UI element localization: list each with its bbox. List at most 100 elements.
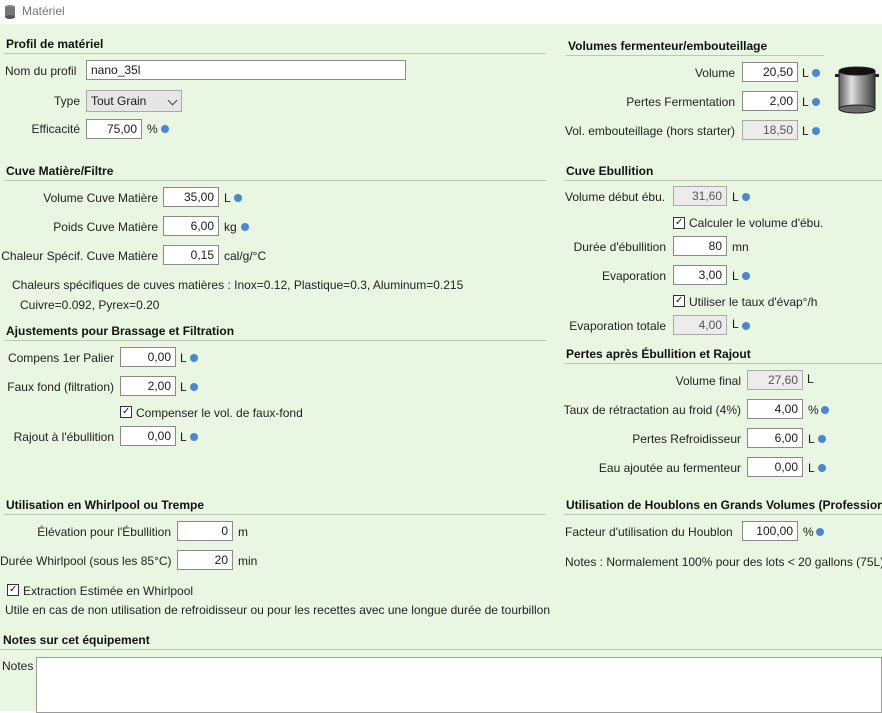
whirlpool-estimated-checkbox[interactable] (7, 584, 19, 596)
evaporation-total-label: Evaporation totale (569, 319, 666, 333)
chevron-down-icon (167, 95, 178, 106)
info-dot-icon[interactable] (161, 125, 169, 133)
evaporation-total-field: 4,00 (673, 315, 727, 335)
info-dot-icon[interactable] (816, 528, 824, 536)
info-dot-icon[interactable] (812, 69, 820, 77)
first-step-unit: L (180, 351, 187, 365)
evaporation-input[interactable]: 3,00 (673, 265, 727, 285)
mash-volume-unit: L (224, 191, 231, 205)
shrink-unit: % (808, 403, 819, 417)
hop-factor-label: Facteur d'utilisation du Houblon (565, 525, 733, 539)
mash-volume-label: Volume Cuve Matière (43, 191, 158, 205)
evap-rate-checkbox[interactable] (673, 295, 685, 307)
whirlpool-duration-input[interactable]: 20 (177, 550, 233, 570)
profile-name-label: Nom du profil (5, 64, 77, 78)
whirlpool-duration-unit: min (238, 554, 258, 568)
boil-start-unit: L (732, 190, 739, 204)
bottling-volume-field: 18,50 (742, 120, 798, 140)
info-dot-icon[interactable] (818, 435, 826, 443)
fermentation-losses-input[interactable]: 2,00 (742, 91, 798, 111)
elevation-label: Élévation pour l'Ébullition (37, 525, 171, 539)
section-losses-header: Pertes après Ébullition et Rajout (564, 347, 882, 364)
info-dot-icon[interactable] (742, 193, 750, 201)
efficiency-input[interactable]: 75,00 (86, 119, 142, 139)
section-whirlpool-header: Utilisation en Whirlpool ou Trempe (4, 498, 546, 515)
section-hops-header: Utilisation de Houblons en Grands Volume… (564, 498, 882, 515)
info-dot-icon[interactable] (818, 464, 826, 472)
false-bottom-input[interactable]: 2,00 (120, 376, 176, 396)
type-select[interactable]: Tout Grain (86, 90, 182, 112)
fermenter-volume-input[interactable]: 20,50 (742, 62, 798, 82)
shrink-label: Taux de rétractation au froid (4%) (563, 403, 741, 417)
section-notes-header: Notes sur cet équipement (0, 633, 882, 650)
boil-duration-input[interactable]: 80 (673, 236, 727, 256)
section-adjustments-header: Ajustements pour Brassage et Filtration (4, 324, 546, 341)
boil-duration-label: Durée d'ébullition (573, 240, 666, 254)
final-volume-field: 27,60 (747, 370, 803, 390)
false-bottom-unit: L (180, 380, 187, 394)
type-label: Type (53, 94, 80, 108)
fermenter-volume-label: Volume (694, 66, 735, 80)
whirlpool-estimated-label: Extraction Estimée en Whirlpool (23, 584, 194, 598)
info-dot-icon[interactable] (812, 127, 820, 135)
info-dot-icon[interactable] (190, 354, 198, 362)
info-dot-icon[interactable] (812, 98, 820, 106)
hop-factor-unit: % (803, 525, 814, 539)
mash-heat-label: Chaleur Spécif. Cuve Matière (1, 249, 158, 263)
info-dot-icon[interactable] (190, 433, 198, 441)
info-dot-icon[interactable] (742, 322, 750, 330)
fermentation-losses-label: Pertes Fermentation (626, 95, 735, 109)
info-dot-icon[interactable] (742, 272, 750, 280)
chiller-losses-input[interactable]: 6,00 (747, 428, 803, 448)
info-dot-icon[interactable] (821, 406, 829, 414)
elevation-unit: m (238, 525, 248, 539)
section-fermenter-header: Volumes fermenteur/embouteillage (566, 39, 824, 56)
boil-duration-unit: mn (732, 240, 749, 254)
final-volume-unit: L (807, 372, 814, 386)
efficiency-label: Efficacité (31, 122, 80, 136)
bottling-volume-unit: L (802, 124, 809, 138)
evaporation-total-unit: L (732, 317, 739, 331)
pot-icon (835, 66, 879, 114)
shrink-input[interactable]: 4,00 (747, 399, 803, 419)
mash-heat-unit: cal/g/°C (224, 249, 267, 263)
hop-factor-input[interactable]: 100,00 (742, 521, 798, 541)
evaporation-label: Evaporation (601, 269, 666, 283)
window-title: Matériel (22, 4, 65, 18)
mash-note-line2: Cuivre=0.092, Pyrex=0.20 (20, 298, 160, 312)
final-volume-label: Volume final (675, 374, 741, 388)
info-dot-icon[interactable] (234, 194, 242, 202)
kettle-icon (5, 5, 15, 19)
mash-weight-unit: kg (224, 220, 237, 234)
added-water-input[interactable]: 0,00 (747, 457, 803, 477)
boil-add-unit: L (180, 430, 187, 444)
added-water-unit: L (808, 461, 815, 475)
boil-start-label: Volume début ébu. (565, 190, 666, 204)
info-dot-icon[interactable] (241, 223, 249, 231)
efficiency-unit: % (147, 122, 158, 136)
notes-textarea[interactable] (36, 657, 882, 713)
boil-add-input[interactable]: 0,00 (120, 426, 176, 446)
section-profile-header: Profil de matériel (4, 37, 546, 54)
boil-add-label: Rajout à l'ébullition (13, 430, 114, 444)
fermenter-volume-unit: L (802, 66, 809, 80)
whirlpool-note: Utile en cas de non utilisation de refro… (5, 603, 551, 617)
compensate-checkbox[interactable] (120, 406, 132, 418)
hop-note: Notes : Normalement 100% pour des lots <… (565, 555, 882, 569)
chiller-losses-unit: L (808, 432, 815, 446)
info-dot-icon[interactable] (190, 383, 198, 391)
mash-note-line1: Chaleurs spécifiques de cuves matières :… (12, 278, 464, 292)
mash-heat-input[interactable]: 0,15 (163, 245, 219, 265)
false-bottom-label: Faux fond (filtration) (7, 380, 114, 394)
compensate-label: Compenser le vol. de faux-fond (136, 406, 303, 420)
mash-weight-input[interactable]: 6,00 (163, 216, 219, 236)
added-water-label: Eau ajoutée au fermenteur (598, 461, 741, 475)
evap-rate-label: Utiliser le taux d'évap°/h (689, 295, 818, 309)
elevation-input[interactable]: 0 (177, 521, 233, 541)
mash-weight-label: Poids Cuve Matière (53, 220, 158, 234)
profile-name-input[interactable]: nano_35l (86, 60, 406, 80)
first-step-input[interactable]: 0,00 (120, 347, 176, 367)
calc-boil-checkbox[interactable] (673, 217, 685, 229)
mash-volume-input[interactable]: 35,00 (163, 187, 219, 207)
evaporation-unit: L (732, 269, 739, 283)
